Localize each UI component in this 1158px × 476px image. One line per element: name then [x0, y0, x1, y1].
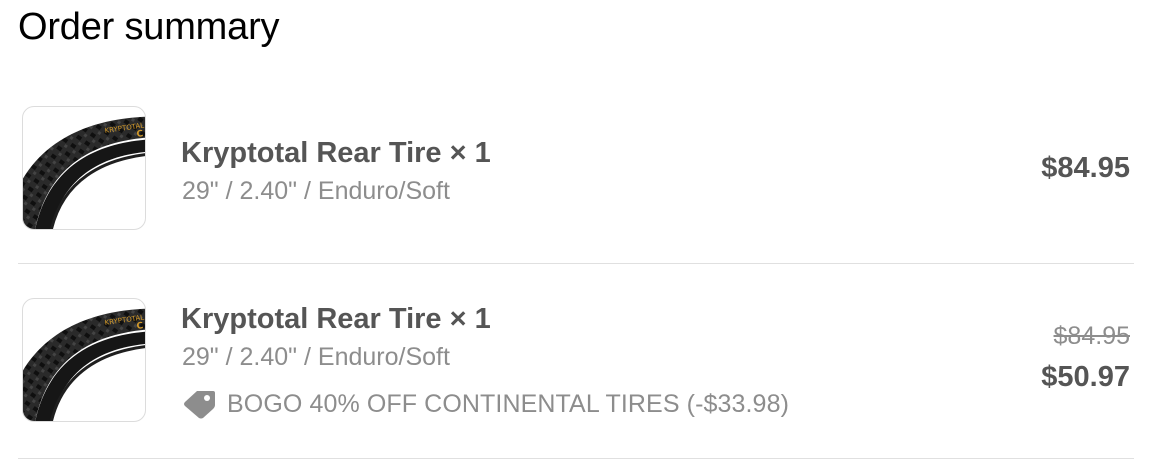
original-price: $84.95	[1053, 322, 1130, 350]
product-variant: 29" / 2.40" / Enduro/Soft	[182, 343, 450, 371]
product-title: Kryptotal Rear Tire × 1	[181, 137, 491, 169]
tire-icon: KRYPTOTAL R C	[23, 308, 145, 421]
page-title: Order summary	[18, 6, 280, 48]
divider	[18, 263, 1134, 264]
tire-icon: KRYPTOTAL R C	[23, 116, 145, 229]
product-title: Kryptotal Rear Tire × 1	[181, 303, 491, 335]
tag-icon	[184, 391, 215, 419]
line-item: KRYPTOTAL R C Kryptotal Rear Tire × 1 29…	[0, 266, 1158, 456]
product-price: $84.95	[1041, 152, 1130, 184]
discount-line: BOGO 40% OFF CONTINENTAL TIRES (-$33.98)	[181, 386, 789, 422]
line-item: KRYPTOTAL R C Kryptotal Rear Tire × 1 29…	[0, 76, 1158, 266]
discount-label: BOGO 40% OFF CONTINENTAL TIRES (-$33.98)	[227, 390, 789, 418]
product-variant: 29" / 2.40" / Enduro/Soft	[182, 177, 450, 205]
divider	[18, 458, 1134, 459]
product-price: $50.97	[1041, 361, 1130, 393]
order-summary: Order summary KRYPTOTAL R C Kryptotal Re…	[0, 0, 1158, 476]
product-thumbnail: KRYPTOTAL R C	[22, 298, 146, 422]
product-thumbnail: KRYPTOTAL R C	[22, 106, 146, 230]
